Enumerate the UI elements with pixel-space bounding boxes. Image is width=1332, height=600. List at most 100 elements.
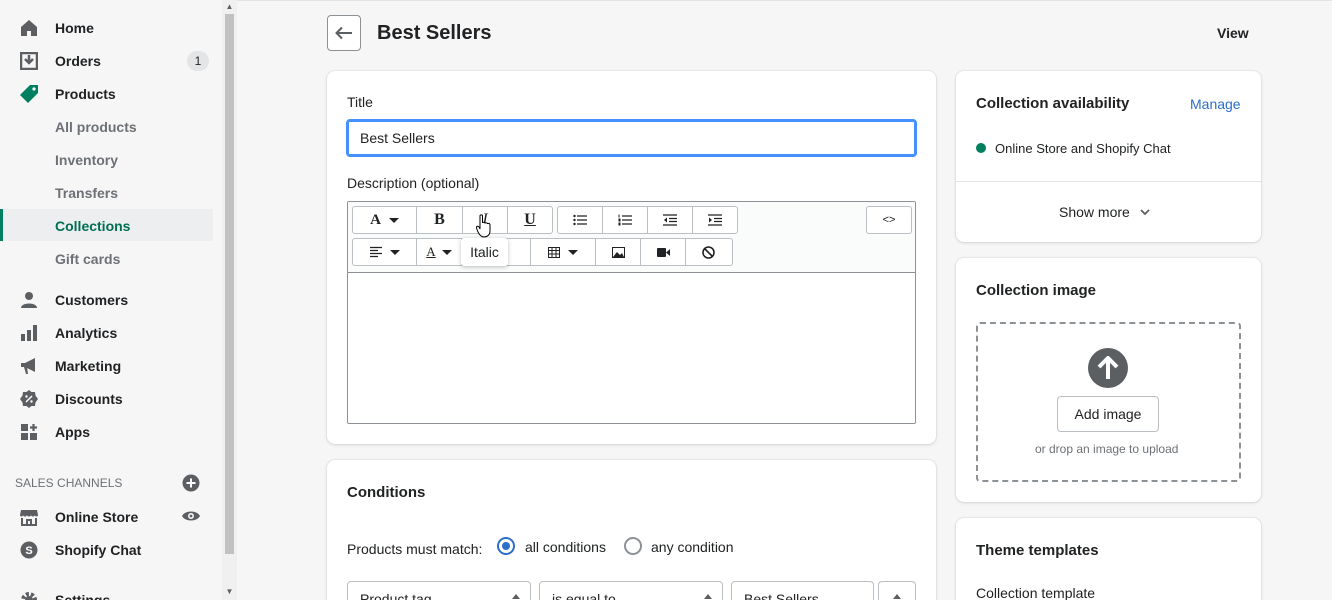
- description-label: Description (optional): [347, 175, 480, 191]
- image-icon: [611, 246, 625, 258]
- sidebar-item-inventory[interactable]: Inventory: [0, 143, 213, 175]
- sidebar-item-apps[interactable]: Apps: [0, 415, 213, 447]
- eye-icon[interactable]: [181, 507, 201, 525]
- view-button[interactable]: View: [1217, 25, 1249, 41]
- sidebar: Home Orders 1 Products All products Inve…: [0, 0, 222, 600]
- table-dropdown[interactable]: [531, 239, 596, 265]
- bullet-list-button[interactable]: [558, 207, 603, 233]
- scrollbar-thumb[interactable]: [225, 14, 234, 554]
- sidebar-item-label: Collections: [55, 218, 131, 234]
- indent-button[interactable]: [693, 207, 737, 233]
- bold-button[interactable]: B: [417, 207, 463, 233]
- sidebar-item-collections[interactable]: Collections: [0, 209, 213, 241]
- drop-hint: or drop an image to upload: [1035, 442, 1179, 456]
- conditions-title: Conditions: [347, 484, 426, 501]
- sidebar-item-marketing[interactable]: Marketing: [0, 349, 213, 381]
- svg-text:S: S: [25, 545, 32, 557]
- chevron-up-icon: [893, 594, 901, 599]
- sidebar-item-label: Discounts: [55, 391, 123, 407]
- sidebar-item-gift-cards[interactable]: Gift cards: [0, 242, 213, 274]
- sidebar-item-label: Transfers: [55, 185, 119, 201]
- sidebar-item-all-products[interactable]: All products: [0, 110, 213, 142]
- align-left-icon: [369, 246, 382, 258]
- orders-icon: [19, 51, 39, 71]
- table-icon: [548, 246, 560, 258]
- toolbar-group-code: <>: [866, 206, 912, 234]
- manage-button[interactable]: Manage: [1190, 96, 1241, 112]
- show-more-label: Show more: [1059, 204, 1130, 220]
- sidebar-item-label: Online Store: [55, 509, 139, 525]
- show-more-button[interactable]: Show more: [1059, 204, 1150, 220]
- collection-template-label: Collection template: [976, 585, 1096, 600]
- sidebar-item-orders[interactable]: Orders 1: [0, 44, 213, 76]
- add-channel-icon[interactable]: [182, 474, 200, 492]
- sidebar-item-customers[interactable]: Customers: [0, 283, 213, 315]
- any-condition-label[interactable]: any condition: [651, 539, 734, 555]
- sidebar-item-shopify-chat[interactable]: S Shopify Chat: [0, 533, 213, 565]
- orders-count-badge: 1: [187, 51, 209, 71]
- description-textarea[interactable]: [348, 273, 915, 423]
- insert-image-button[interactable]: [596, 239, 641, 265]
- sidebar-item-transfers[interactable]: Transfers: [0, 176, 213, 208]
- font-format-dropdown[interactable]: A: [353, 207, 417, 233]
- sidebar-item-label: Inventory: [55, 152, 119, 168]
- toolbar-group-insert: A: [352, 238, 733, 266]
- page-title: Best Sellers: [377, 22, 492, 44]
- sidebar-item-discounts[interactable]: Discounts: [0, 382, 213, 414]
- sidebar-item-label: Home: [55, 20, 94, 36]
- any-condition-radio[interactable]: [624, 537, 642, 555]
- chevron-down-icon: [1140, 209, 1150, 216]
- description-editor: A B I U <> A: [347, 201, 916, 424]
- theme-templates-title: Theme templates: [976, 542, 1099, 559]
- title-label: Title: [347, 94, 373, 110]
- chat-icon: S: [19, 540, 39, 560]
- all-conditions-radio[interactable]: [497, 537, 515, 555]
- add-image-button[interactable]: Add image: [1057, 396, 1159, 432]
- clear-formatting-button[interactable]: [686, 239, 730, 265]
- delete-condition-button[interactable]: [878, 581, 916, 600]
- match-label: Products must match:: [347, 541, 483, 557]
- arrow-left-icon: [335, 26, 352, 40]
- numbered-list-button[interactable]: [603, 207, 648, 233]
- scroll-up-arrow-icon[interactable]: ▲: [225, 2, 234, 11]
- chevron-up-icon: [512, 594, 520, 599]
- condition-value-text: Best Sellers: [744, 591, 819, 600]
- sidebar-item-settings[interactable]: Settings: [0, 583, 213, 600]
- back-button[interactable]: [327, 15, 361, 51]
- tag-icon: [19, 84, 39, 104]
- bar-chart-icon: [19, 323, 39, 343]
- sidebar-item-products[interactable]: Products: [0, 77, 213, 109]
- sidebar-scrollbar[interactable]: ▲ ▼: [222, 0, 237, 600]
- editor-toolbar: A B I U <> A: [348, 202, 915, 273]
- store-icon: [19, 507, 39, 527]
- scroll-down-arrow-icon[interactable]: ▼: [225, 587, 234, 596]
- outdent-icon: [663, 214, 677, 226]
- title-input[interactable]: [346, 119, 917, 157]
- sidebar-item-home[interactable]: Home: [0, 11, 213, 43]
- sidebar-item-analytics[interactable]: Analytics: [0, 316, 213, 348]
- condition-operator-value: is equal to: [552, 591, 616, 600]
- sidebar-item-label: Gift cards: [55, 251, 121, 267]
- condition-field-select[interactable]: Product tag: [347, 581, 531, 600]
- clear-formatting-icon: [701, 245, 715, 259]
- sidebar-item-label: Marketing: [55, 358, 122, 374]
- sidebar-item-label: Customers: [55, 292, 129, 308]
- sidebar-item-label: All products: [55, 119, 137, 135]
- indent-icon: [708, 214, 722, 226]
- apps-icon: [19, 422, 39, 442]
- insert-video-button[interactable]: [641, 239, 686, 265]
- text-color-dropdown[interactable]: A: [417, 239, 462, 265]
- toolbar-group-text: A B I U: [352, 206, 553, 234]
- sidebar-item-label: Analytics: [55, 325, 118, 341]
- condition-value-input[interactable]: Best Sellers: [731, 581, 874, 600]
- availability-title: Collection availability: [976, 95, 1130, 112]
- condition-operator-select[interactable]: is equal to: [539, 581, 723, 600]
- show-html-button[interactable]: <>: [867, 207, 911, 233]
- all-conditions-label[interactable]: all conditions: [525, 539, 606, 555]
- outdent-button[interactable]: [648, 207, 693, 233]
- alignment-dropdown[interactable]: [353, 239, 417, 265]
- underline-button[interactable]: U: [508, 207, 552, 233]
- italic-tooltip: Italic: [461, 238, 508, 266]
- toolbar-group-lists: [557, 206, 738, 234]
- collection-image-title: Collection image: [976, 282, 1097, 299]
